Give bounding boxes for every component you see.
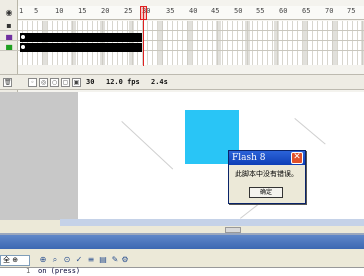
- ruler-number: 75: [347, 7, 356, 15]
- horizontal-scrollbar[interactable]: [60, 219, 364, 226]
- ruler-number: 1: [19, 7, 24, 15]
- actions-panel-header[interactable]: [0, 235, 364, 249]
- frame-rate: 12.0 fps: [106, 78, 140, 86]
- auto-format-icon[interactable]: ≡: [86, 255, 96, 265]
- current-frame: 30: [86, 78, 95, 86]
- replace-icon[interactable]: ⊙: [62, 255, 72, 265]
- ruler-number: 25: [124, 7, 133, 15]
- ruler-number: 55: [256, 7, 265, 15]
- playhead-line[interactable]: [143, 6, 144, 66]
- trash-icon[interactable]: 🗑: [3, 78, 12, 87]
- ruler-number: 45: [211, 7, 220, 15]
- dialog-title-bar[interactable]: Flash 8 ✕: [229, 151, 305, 165]
- onion-outline-icon[interactable]: ○: [50, 78, 59, 87]
- find-icon[interactable]: ⌕: [50, 255, 60, 265]
- actions-selector[interactable]: 全 ⊕: [0, 255, 30, 266]
- edit-multiple-icon[interactable]: ▢: [61, 78, 70, 87]
- onion-markers-icon[interactable]: ▣: [72, 78, 81, 87]
- ruler-number: 65: [302, 7, 311, 15]
- ruler-number: 15: [78, 7, 87, 15]
- close-icon[interactable]: ✕: [291, 152, 303, 164]
- ruler-number: 60: [279, 7, 288, 15]
- keyframe-span[interactable]: [20, 43, 142, 52]
- message-dialog: Flash 8 ✕ 此脚本中没有错误。 确定: [228, 150, 306, 204]
- ok-button[interactable]: 确定: [249, 187, 283, 198]
- ruler-number: 5: [34, 7, 39, 15]
- line-number: 1: [26, 267, 31, 275]
- ruler-number: 50: [234, 7, 243, 15]
- ruler-number: 40: [189, 7, 198, 15]
- elapsed-time: 2.4s: [151, 78, 168, 86]
- layer-row[interactable]: [0, 21, 364, 31]
- ruler-number: 10: [55, 7, 64, 15]
- add-action-icon[interactable]: ⊕: [38, 255, 48, 265]
- code-line[interactable]: on (press): [38, 267, 80, 276]
- reference-icon[interactable]: ⚙: [120, 255, 130, 265]
- dialog-title: Flash 8: [232, 153, 266, 163]
- frame-ruler[interactable]: 1 5 10 15 20 25 30 35 40 45 50 55 60 65 …: [18, 6, 364, 20]
- code-hint-icon[interactable]: ▤: [98, 255, 108, 265]
- center-frame-icon[interactable]: ◦: [28, 78, 37, 87]
- onion-skin-icon[interactable]: ◎: [39, 78, 48, 87]
- ruler-number: 35: [166, 7, 175, 15]
- check-syntax-icon[interactable]: ✓: [74, 255, 84, 265]
- timeline-status-bar: 🗑 ◦ ◎ ○ ▢ ▣ 30 12.0 fps 2.4s: [0, 74, 364, 90]
- work-area: [0, 92, 78, 220]
- dialog-message: 此脚本中没有错误。: [235, 170, 298, 178]
- ruler-number: 70: [325, 7, 334, 15]
- keyframe-dot: [21, 35, 25, 39]
- debug-options-icon[interactable]: ✎: [110, 255, 120, 265]
- keyframe-span[interactable]: [20, 33, 142, 42]
- keyframe-dot: [21, 45, 25, 49]
- eye-icon[interactable]: ◉: [4, 9, 14, 17]
- ruler-number: 20: [101, 7, 110, 15]
